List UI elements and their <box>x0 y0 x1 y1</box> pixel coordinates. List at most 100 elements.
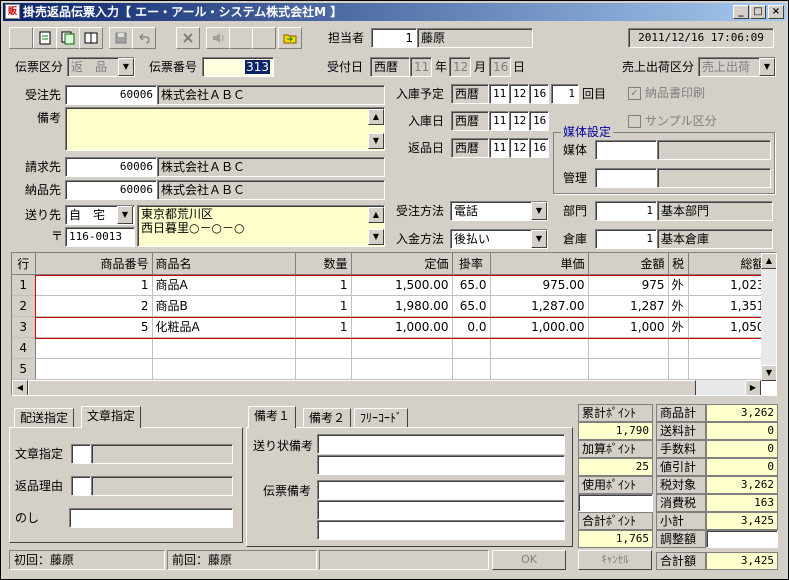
grid-cell[interactable] <box>35 337 153 359</box>
grid-cell[interactable]: 2 <box>35 295 153 317</box>
denpyo-biko-field-3[interactable] <box>317 520 565 540</box>
col-header[interactable]: 商品番号 <box>35 253 153 275</box>
blank-tool-button[interactable] <box>9 27 33 49</box>
grid-cell[interactable] <box>588 358 669 380</box>
grid-cell[interactable]: 外 <box>668 316 689 338</box>
zip-field[interactable]: 116-0013 <box>65 227 135 247</box>
scroll-right-icon[interactable]: ▶ <box>745 380 761 395</box>
grid-cell[interactable]: 化粧品A <box>152 316 296 338</box>
denpyo-no-field[interactable]: 313 <box>202 57 274 77</box>
kaime-field[interactable]: 1 <box>551 84 579 104</box>
grid-cell[interactable] <box>490 337 589 359</box>
col-header[interactable]: 行 <box>12 253 36 275</box>
denpyo-biko-field-1[interactable] <box>317 480 565 500</box>
henpin-riyu-code-field[interactable] <box>71 476 91 496</box>
grid-cell[interactable]: 1 <box>35 274 153 296</box>
grid-cell[interactable]: 1,351 <box>688 295 769 317</box>
tab-biko2[interactable]: 備考２ <box>303 408 352 428</box>
kanri-code-field[interactable] <box>595 168 657 188</box>
scroll-up-icon[interactable]: ▲ <box>368 207 384 223</box>
nyuko-yotei-day[interactable]: 16 <box>529 84 549 104</box>
close-button[interactable]: × <box>768 5 784 19</box>
grid-cell[interactable]: 1,287.00 <box>490 295 589 317</box>
grid-cell[interactable] <box>351 337 453 359</box>
henpinbi-year[interactable]: 11 <box>489 138 509 158</box>
table-row[interactable]: 5 <box>12 358 769 380</box>
minimize-button[interactable]: _ <box>733 5 749 19</box>
okurijo-field-1[interactable] <box>317 434 565 454</box>
nyukobi-year[interactable]: 11 <box>489 111 509 131</box>
grid-cell[interactable]: 1,500.00 <box>351 274 453 296</box>
chevron-down-icon[interactable]: ▼ <box>118 58 134 76</box>
grid-cell[interactable]: 1 <box>295 295 352 317</box>
undo-icon[interactable] <box>132 27 156 49</box>
okurijo-field-2[interactable] <box>317 455 565 475</box>
juchusaki-code-field[interactable]: 60006 <box>65 85 157 105</box>
blank-tool-button[interactable] <box>229 27 253 49</box>
grid-cell[interactable] <box>688 337 769 359</box>
nohinsho-checkbox[interactable]: ✓ <box>628 87 641 100</box>
tab-bunsho[interactable]: 文章指定 <box>81 406 142 428</box>
grid-cell[interactable]: 外 <box>668 295 689 317</box>
scroll-down-icon[interactable]: ▼ <box>761 365 776 381</box>
nyuko-yotei-year[interactable]: 11 <box>489 84 509 104</box>
table-row[interactable]: 3 5 化粧品A 1 1,000.00 0.0 1,000.00 1,000 外 1,050 <box>12 316 769 338</box>
grid-cell[interactable] <box>152 337 296 359</box>
cancel-button[interactable]: ｷｬﾝｾﾙ <box>578 550 652 570</box>
grid-cell[interactable]: 商品B <box>152 295 296 317</box>
tab-freecode[interactable]: ﾌﾘｰｺｰﾄﾞ <box>354 408 409 428</box>
henpinbi-day[interactable]: 16 <box>529 138 549 158</box>
henpinbi-month[interactable]: 12 <box>509 138 529 158</box>
folder-icon[interactable] <box>278 27 302 49</box>
grid-cell[interactable] <box>688 358 769 380</box>
grid-cell[interactable]: 5 <box>35 316 153 338</box>
grid-cell[interactable] <box>452 358 491 380</box>
scroll-up-icon[interactable]: ▲ <box>761 253 776 269</box>
scroll-down-icon[interactable]: ▼ <box>368 229 384 245</box>
grid-cell[interactable] <box>588 337 669 359</box>
seikyusaki-code-field[interactable]: 60006 <box>65 157 157 177</box>
table-row[interactable]: 2 2 商品B 1 1,980.00 65.0 1,287.00 1,287 外 1,351 <box>12 295 769 317</box>
grid-cell[interactable] <box>668 337 689 359</box>
uketsuke-month[interactable]: 12 <box>449 57 471 77</box>
grid-cell[interactable]: 1 <box>295 316 352 338</box>
grid-cell[interactable] <box>490 358 589 380</box>
grid-cell[interactable] <box>35 358 153 380</box>
biko-textarea[interactable] <box>65 107 385 151</box>
grid-cell[interactable]: 1,050 <box>688 316 769 338</box>
col-header[interactable]: 総額 <box>688 253 769 275</box>
hscroll-thumb[interactable] <box>28 380 696 395</box>
grid-cell[interactable]: 65.0 <box>452 295 491 317</box>
book-icon[interactable] <box>79 27 103 49</box>
grid-cell[interactable]: 1,287 <box>588 295 669 317</box>
baitai-code-field[interactable] <box>595 140 657 160</box>
grid-cell[interactable]: 1,980.00 <box>351 295 453 317</box>
title-bar[interactable]: 販 掛売返品伝票入力【 エー・アール・システム株式会社M 】 _ □ × <box>3 3 786 21</box>
nyukobi-day[interactable]: 16 <box>529 111 549 131</box>
grid-cell[interactable] <box>668 358 689 380</box>
chevron-down-icon[interactable]: ▼ <box>117 206 133 224</box>
grid-cell[interactable]: 975.00 <box>490 274 589 296</box>
grid-cell[interactable]: 商品A <box>152 274 296 296</box>
table-row[interactable]: 1 1 商品A 1 1,500.00 65.0 975.00 975 外 1,023 <box>12 274 769 296</box>
tab-haiso[interactable]: 配送指定 <box>14 408 75 428</box>
grid-cell[interactable]: 65.0 <box>452 274 491 296</box>
maximize-button[interactable]: □ <box>750 5 766 19</box>
col-header[interactable]: 掛率 <box>452 253 491 275</box>
col-header[interactable]: 金額 <box>588 253 669 275</box>
soko-code-field[interactable]: 1 <box>595 229 657 249</box>
denpyo-biko-field-2[interactable] <box>317 500 565 520</box>
scroll-left-icon[interactable]: ◀ <box>12 380 28 395</box>
grid-cell[interactable]: 1,000.00 <box>490 316 589 338</box>
nohinsaki-code-field[interactable]: 60006 <box>65 180 157 200</box>
grid-cell[interactable]: 1,000 <box>588 316 669 338</box>
save-icon[interactable] <box>109 27 133 49</box>
grid-cell[interactable] <box>351 358 453 380</box>
grid-cell[interactable] <box>295 358 352 380</box>
speaker-icon[interactable] <box>206 27 230 49</box>
grid-cell[interactable]: 1,023 <box>688 274 769 296</box>
grid-cell[interactable]: 0.0 <box>452 316 491 338</box>
grid-vscrollbar[interactable] <box>761 253 776 381</box>
sample-checkbox[interactable] <box>628 115 641 128</box>
col-header[interactable]: 税 <box>668 253 689 275</box>
